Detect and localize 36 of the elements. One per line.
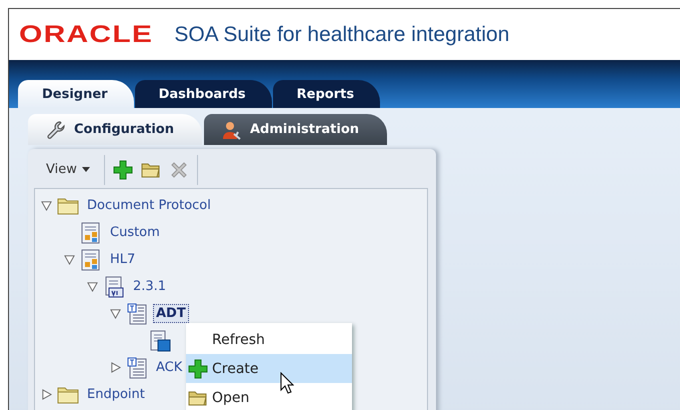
sub-tab[interactable]: Administration (204, 114, 388, 145)
expand-toggle-icon[interactable] (110, 308, 121, 319)
versioned-document-icon (103, 276, 125, 298)
tree-item[interactable]: Endpoint (84, 385, 148, 404)
document-icon (149, 330, 171, 352)
sub-tab[interactable]: Configuration (28, 114, 202, 145)
tree-item[interactable]: 2.3.1 (130, 277, 170, 296)
person-icon (222, 120, 242, 140)
document-diagram-icon (80, 248, 102, 270)
mouse-pointer-icon (280, 372, 294, 394)
document-icon (126, 356, 148, 378)
nav-tab[interactable]: Dashboards (134, 80, 272, 108)
expand-toggle-icon[interactable] (87, 281, 98, 292)
menu-item[interactable]: Refresh (186, 325, 352, 354)
oracle-logo: ORACLE (19, 20, 154, 48)
tree-item[interactable]: HL7 (107, 250, 138, 269)
wrench-icon (46, 120, 66, 140)
tree-item[interactable]: ADT (153, 304, 189, 323)
view-menu-button[interactable]: View (34, 162, 96, 177)
document-diagram-icon (80, 222, 102, 244)
expand-toggle-icon[interactable] (41, 389, 52, 400)
tree-item[interactable]: Custom (107, 223, 163, 242)
expand-toggle-icon[interactable] (110, 362, 121, 373)
menu-item[interactable]: Open (186, 383, 352, 410)
add-icon[interactable] (112, 160, 133, 180)
add-icon (188, 358, 208, 378)
nav-tab[interactable]: Designer (18, 80, 134, 108)
tree-item[interactable]: Document Protocol (84, 196, 214, 215)
expand-toggle-icon[interactable] (41, 200, 52, 211)
caret-icon (82, 167, 90, 172)
menu-item[interactable]: Create (186, 354, 352, 383)
tree-item[interactable]: ACK (153, 358, 186, 377)
nav-tab[interactable]: Reports (272, 80, 380, 108)
app-title: SOA Suite for healthcare integration (174, 22, 510, 46)
expand-toggle-icon[interactable] (64, 254, 75, 265)
document-icon (126, 302, 148, 324)
